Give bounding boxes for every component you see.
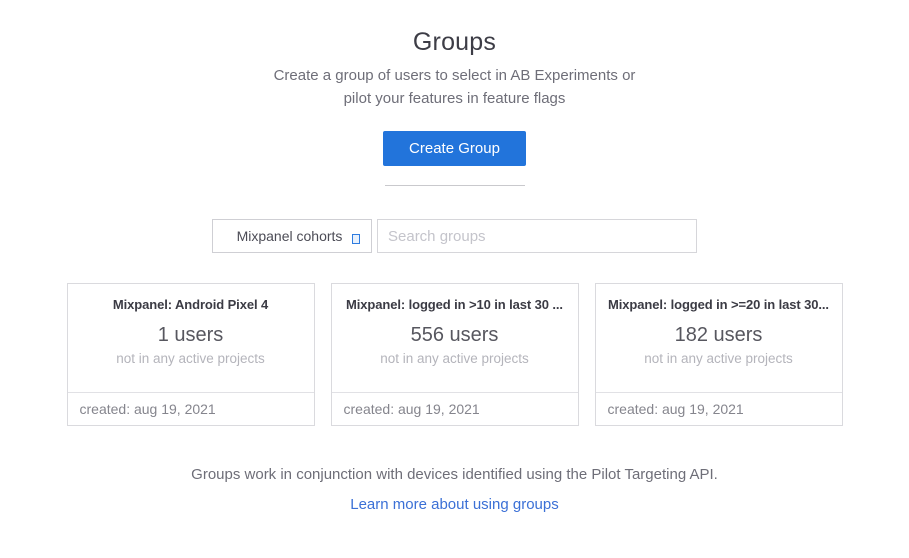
group-card-user-count: 182 users [605, 324, 833, 347]
create-group-button-row: Create Group [0, 131, 909, 166]
group-card-body: Mixpanel: Android Pixel 4 1 users not in… [68, 284, 314, 392]
groups-page: Groups Create a group of users to select… [0, 0, 909, 558]
groups-info-text: Groups work in conjunction with devices … [0, 466, 909, 483]
group-card-body: Mixpanel: logged in >10 in last 30 ... 5… [332, 284, 578, 392]
footer-link-row: Learn more about using groups [0, 496, 909, 514]
learn-more-link[interactable]: Learn more about using groups [350, 496, 558, 513]
group-card-title: Mixpanel: Android Pixel 4 [77, 297, 305, 312]
section-divider [385, 185, 525, 186]
group-cards-row: Mixpanel: Android Pixel 4 1 users not in… [0, 283, 909, 426]
create-group-button[interactable]: Create Group [383, 131, 526, 166]
group-card-status: not in any active projects [341, 351, 569, 366]
cohort-dropdown-value: Mixpanel cohorts [213, 228, 352, 244]
group-card[interactable]: Mixpanel: logged in >10 in last 30 ... 5… [331, 283, 579, 426]
page-subtitle: Create a group of users to select in AB … [0, 64, 909, 110]
group-card-status: not in any active projects [605, 351, 833, 366]
group-card-title: Mixpanel: logged in >10 in last 30 ... [341, 297, 569, 312]
page-subtitle-line2: pilot your features in feature flags [0, 87, 909, 110]
cohort-source-dropdown[interactable]: Mixpanel cohorts [212, 219, 372, 253]
page-title: Groups [0, 28, 909, 57]
group-card-created: created: aug 19, 2021 [332, 392, 578, 425]
dropdown-selector-icon [352, 231, 360, 241]
group-card-user-count: 556 users [341, 324, 569, 347]
filter-controls-row: Mixpanel cohorts [0, 219, 909, 253]
group-card-body: Mixpanel: logged in >=20 in last 30... 1… [596, 284, 842, 392]
group-card-created: created: aug 19, 2021 [68, 392, 314, 425]
group-card-user-count: 1 users [77, 324, 305, 347]
group-card[interactable]: Mixpanel: logged in >=20 in last 30... 1… [595, 283, 843, 426]
group-card-created: created: aug 19, 2021 [596, 392, 842, 425]
group-card[interactable]: Mixpanel: Android Pixel 4 1 users not in… [67, 283, 315, 426]
group-card-status: not in any active projects [77, 351, 305, 366]
search-groups-input[interactable] [377, 219, 697, 253]
page-subtitle-line1: Create a group of users to select in AB … [0, 64, 909, 87]
group-card-title: Mixpanel: logged in >=20 in last 30... [605, 297, 833, 312]
